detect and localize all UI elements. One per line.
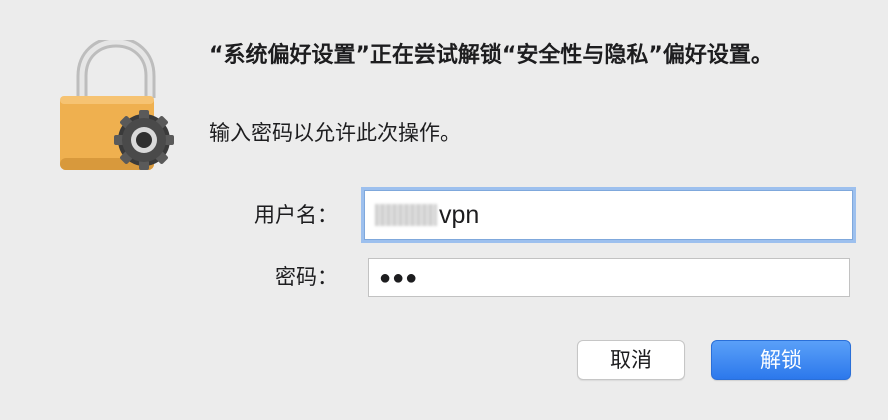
username-field[interactable]: vpn [364,190,853,240]
dialog-title: “系统偏好设置”正在尝试解锁“安全性与隐私”偏好设置。 [209,43,773,68]
padlock-gear-icon [60,40,174,170]
password-field[interactable]: ●●● [368,258,850,297]
password-mask: ●●● [379,266,419,289]
authentication-dialog: “系统偏好设置”正在尝试解锁“安全性与隐私”偏好设置。 输入密码以允许此次操作。… [0,0,888,420]
cancel-button[interactable]: 取消 [577,340,685,380]
username-label: 用户名： [254,203,338,227]
redacted-username-prefix [375,204,437,226]
dialog-subtitle: 输入密码以允许此次操作。 [209,121,461,145]
unlock-button[interactable]: 解锁 [711,340,851,380]
username-value: vpn [439,201,480,229]
password-label: 密码： [275,265,338,289]
